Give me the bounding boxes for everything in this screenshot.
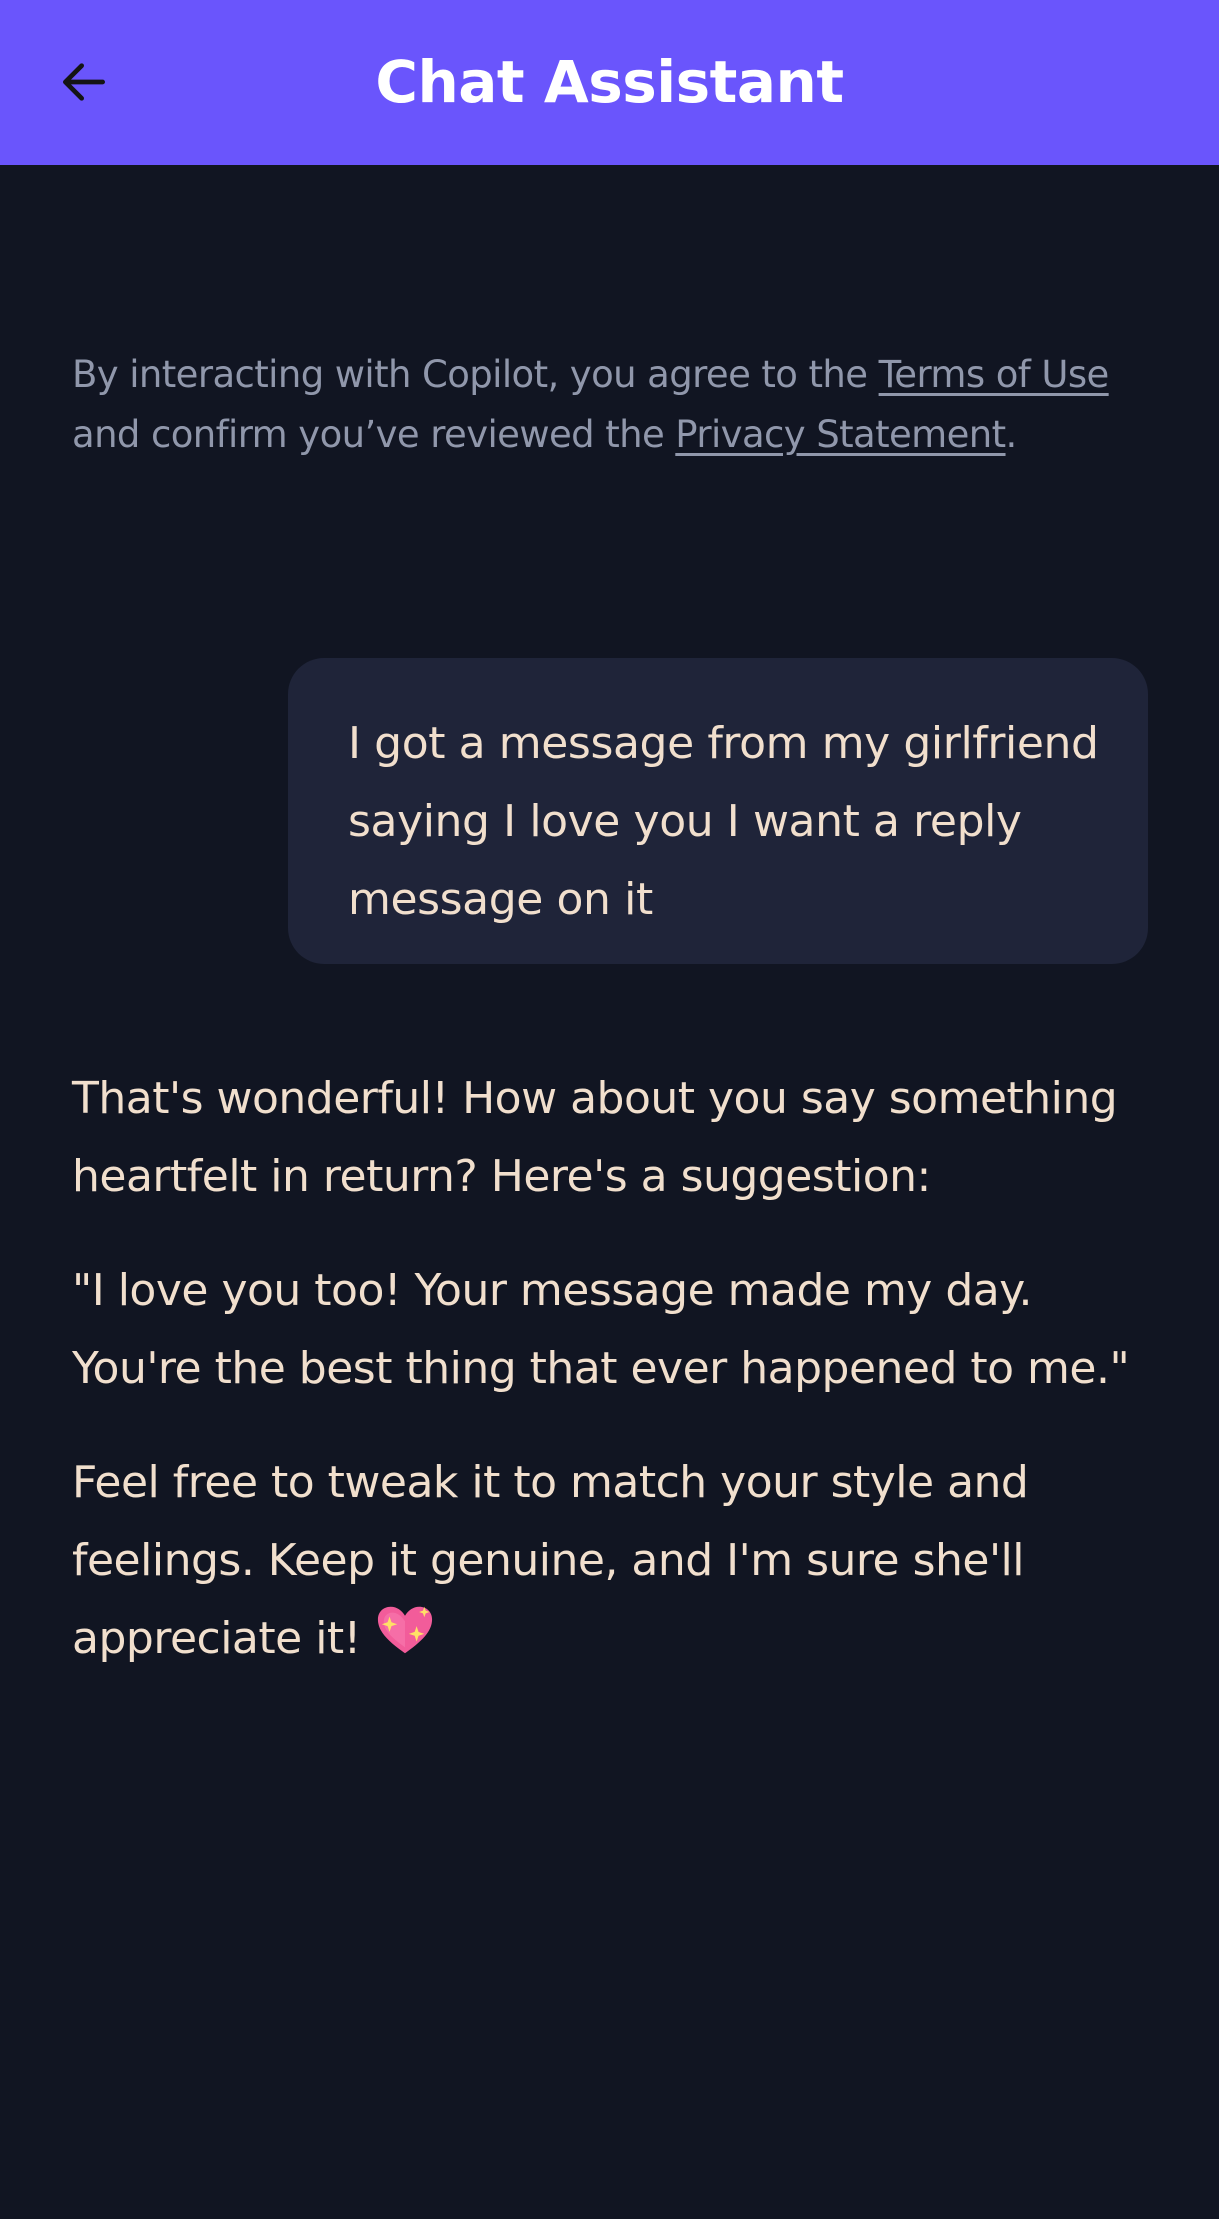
disclaimer-suffix: . — [1005, 413, 1018, 456]
user-message-bubble: I got a message from my girlfriend sayin… — [288, 658, 1148, 964]
assistant-paragraph-3-text: Feel free to tweak it to match your styl… — [72, 1457, 1029, 1664]
page-title: Chat Assistant — [375, 48, 844, 116]
disclaimer-prefix: By interacting with Copilot, you agree t… — [72, 353, 879, 396]
assistant-paragraph-1: That's wonderful! How about you say some… — [72, 1073, 1118, 1202]
back-button[interactable] — [48, 46, 120, 118]
sparkling-heart-icon — [378, 1606, 433, 1654]
arrow-left-icon — [62, 63, 105, 101]
assistant-paragraph-2: "I love you too! Your message made my da… — [72, 1265, 1130, 1394]
terms-disclaimer: By interacting with Copilot, you agree t… — [72, 345, 1152, 465]
assistant-paragraph-3: Feel free to tweak it to match your styl… — [72, 1444, 1132, 1678]
user-message-text: I got a message from my girlfriend sayin… — [348, 718, 1099, 925]
chat-screen: Chat Assistant By interacting with Copil… — [0, 0, 1219, 2219]
disclaimer-middle: and confirm you’ve reviewed the — [72, 413, 676, 456]
assistant-message: That's wonderful! How about you say some… — [72, 1060, 1132, 1714]
terms-of-use-link[interactable]: Terms of Use — [879, 353, 1110, 396]
top-app-bar: Chat Assistant — [0, 0, 1219, 165]
privacy-statement-link[interactable]: Privacy Statement — [675, 413, 1006, 456]
